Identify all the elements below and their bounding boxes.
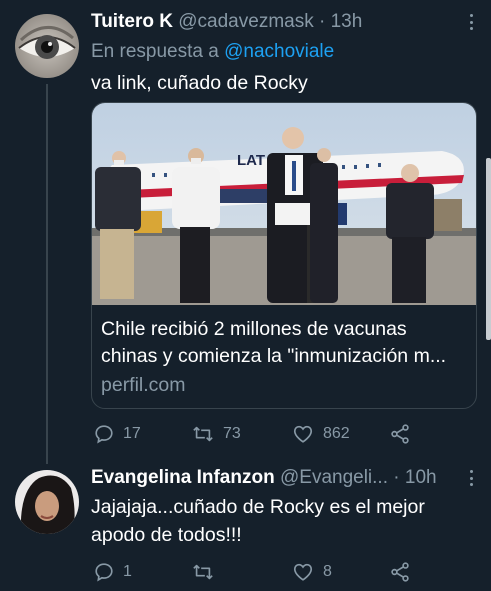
card-title-line-2: chinas y comienza la "inmunización m... [101,345,447,367]
timestamp[interactable]: 10h [405,467,437,488]
tweet-1[interactable]: Tuitero K @cadavezmask · 13h En respuest… [0,0,491,464]
retweet-icon [193,564,213,580]
reply-handle-link[interactable]: @nachoviale [224,41,334,62]
reply-prefix: En respuesta a [91,41,219,62]
tweet-text-line-1: Jajajaja...cuñado de Rocky es el mejor [91,496,425,518]
separator-dot: · [319,11,326,32]
author-name[interactable]: Tuitero K [91,11,173,32]
scrollbar[interactable] [486,158,491,340]
tweet-text: Jajajaja...cuñado de Rocky es el mejor a… [91,493,425,549]
like-count: 862 [323,425,350,442]
tweet-header: Evangelina Infanzon @Evangeli... · 10h [91,467,437,489]
comment-icon [95,563,113,582]
card-image: LAT [92,103,476,305]
tweet-2[interactable]: Evangelina Infanzon @Evangeli... · 10h J… [0,455,491,591]
author-handle[interactable]: @cadavezmask [178,11,313,32]
timestamp[interactable]: 13h [331,11,363,32]
tweet-actions: 1 8 [91,560,421,584]
more-options-icon[interactable] [469,14,473,30]
avatar-eye-image [15,14,79,78]
share-button[interactable] [389,560,411,584]
heart-icon [293,425,313,443]
share-icon [391,424,409,444]
card-title[interactable]: Chile recibió 2 millones de vacunas chin… [101,316,471,370]
like-count: 8 [323,563,332,580]
more-options-icon[interactable] [469,470,473,486]
reply-count: 17 [123,425,141,442]
reply-context: En respuesta a @nachoviale [91,41,334,63]
retweet-button[interactable] [191,560,223,584]
heart-icon [293,563,313,581]
retweet-icon [193,426,213,442]
like-button[interactable]: 8 [291,560,332,584]
retweet-button[interactable]: 73 [191,422,241,446]
link-card[interactable]: LAT Chile recibió 2 millones de vacunas … [91,102,477,409]
reply-button[interactable]: 17 [93,422,141,446]
card-domain: perfil.com [101,374,186,396]
comment-icon [95,425,113,444]
author-name[interactable]: Evangelina Infanzon [91,467,275,488]
tweet-header: Tuitero K @cadavezmask · 13h [91,11,362,33]
tweet-text: va link, cuñado de Rocky [91,72,308,94]
share-button[interactable] [389,422,411,446]
avatar[interactable] [15,470,79,534]
tweet-text-line-2: apodo de todos!!! [91,524,242,546]
share-icon [391,562,409,582]
tweet-actions: 17 73 862 [91,422,421,446]
retweet-count: 73 [223,425,241,442]
author-handle[interactable]: @Evangeli... [280,467,388,488]
svg-text:LAT: LAT [237,152,265,169]
reply-button[interactable]: 1 [93,560,132,584]
separator-dot: · [393,467,400,488]
reply-count: 1 [123,563,132,580]
thread-line [46,84,48,464]
avatar[interactable] [15,14,79,78]
avatar-photo [15,470,79,534]
like-button[interactable]: 862 [291,422,350,446]
card-title-line-1: Chile recibió 2 millones de vacunas [101,318,407,340]
